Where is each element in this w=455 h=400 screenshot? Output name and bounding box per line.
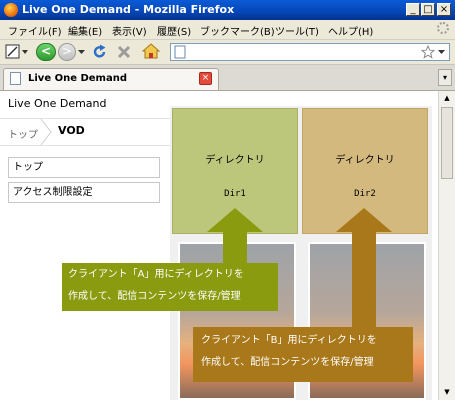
menu-tools[interactable]: ツール(T) (275, 23, 319, 38)
scroll-down-icon[interactable]: ▼ (441, 386, 453, 399)
breadcrumb-home-link[interactable]: トップ (8, 126, 38, 141)
url-dropdown-icon[interactable] (438, 50, 446, 56)
menu-bar: ファイル(F) 編集(E) 表示(V) 履歴(S) ブックマーク(B) ツール(… (0, 20, 455, 40)
tab-close-icon[interactable]: × (199, 72, 212, 85)
callout-client-b: クライアント「B」用にディレクトリを 作成して、配信コンテンツを保存/管理 (193, 327, 413, 382)
site-title: Live One Demand (8, 97, 107, 110)
callout-client-a: クライアント「A」用にディレクトリを 作成して、配信コンテンツを保存/管理 (62, 263, 278, 311)
callout-a-line2: 作成して、配信コンテンツを保存/管理 (68, 291, 241, 302)
minimize-button[interactable]: _ (406, 3, 420, 16)
directory-code: Dir1 (224, 189, 246, 199)
page-style-icon[interactable] (5, 44, 29, 60)
menu-bookmarks[interactable]: ブックマーク(B) (200, 23, 275, 38)
menu-edit[interactable]: 編集(E) (68, 23, 102, 38)
tab-page-icon (10, 72, 21, 85)
directory-code: Dir2 (354, 189, 376, 199)
window-title: Live One Demand - Mozilla Firefox (22, 3, 235, 16)
home-icon[interactable] (142, 43, 160, 60)
arrow-up-b-icon (336, 208, 392, 332)
tab-live-one-demand[interactable]: Live One Demand × (3, 68, 219, 90)
navigation-toolbar: < > (0, 40, 455, 65)
side-menu-top[interactable]: トップ (8, 157, 160, 178)
callout-a-line1: クライアント「A」用にディレクトリを (68, 269, 244, 280)
stop-icon[interactable] (116, 44, 132, 60)
directory-name: ディレクトリ (335, 155, 395, 166)
throbber-icon (437, 22, 449, 34)
url-input[interactable] (170, 43, 450, 61)
window-titlebar: Live One Demand - Mozilla Firefox _ □ × (0, 0, 455, 20)
directory-name: ディレクトリ (205, 155, 265, 166)
tab-bar: Live One Demand × ▾ (0, 65, 455, 91)
bookmark-star-icon[interactable] (421, 45, 435, 59)
vertical-scrollbar[interactable]: ▲ ▼ (438, 91, 455, 400)
page-icon (174, 45, 186, 59)
menu-file[interactable]: ファイル(F) (8, 23, 62, 38)
firefox-icon (4, 3, 18, 17)
page-content: Live One Demand トップ VOD トップ アクセス制限設定 ディレ… (0, 91, 437, 400)
close-window-button[interactable]: × (437, 3, 451, 16)
menu-view[interactable]: 表示(V) (112, 23, 147, 38)
history-dropdown-icon[interactable] (78, 48, 86, 56)
breadcrumb: トップ VOD (0, 118, 170, 146)
tab-list-button[interactable]: ▾ (438, 69, 452, 86)
callout-b-line1: クライアント「B」用にディレクトリを (201, 335, 377, 346)
forward-button[interactable]: > (58, 43, 76, 61)
side-menu-access-restriction[interactable]: アクセス制限設定 (8, 182, 160, 203)
breadcrumb-separator-icon (40, 119, 52, 145)
maximize-button[interactable]: □ (421, 3, 435, 16)
scroll-up-icon[interactable]: ▲ (441, 92, 453, 105)
menu-history[interactable]: 履歴(S) (157, 23, 191, 38)
arrow-up-a-icon (207, 208, 263, 266)
reload-icon[interactable] (92, 44, 108, 60)
scrollbar-thumb[interactable] (441, 107, 453, 179)
callout-b-line2: 作成して、配信コンテンツを保存/管理 (201, 357, 374, 368)
menu-help[interactable]: ヘルプ(H) (328, 23, 373, 38)
breadcrumb-current: VOD (58, 124, 85, 137)
tab-label: Live One Demand (28, 73, 127, 84)
back-button[interactable]: < (36, 43, 56, 61)
